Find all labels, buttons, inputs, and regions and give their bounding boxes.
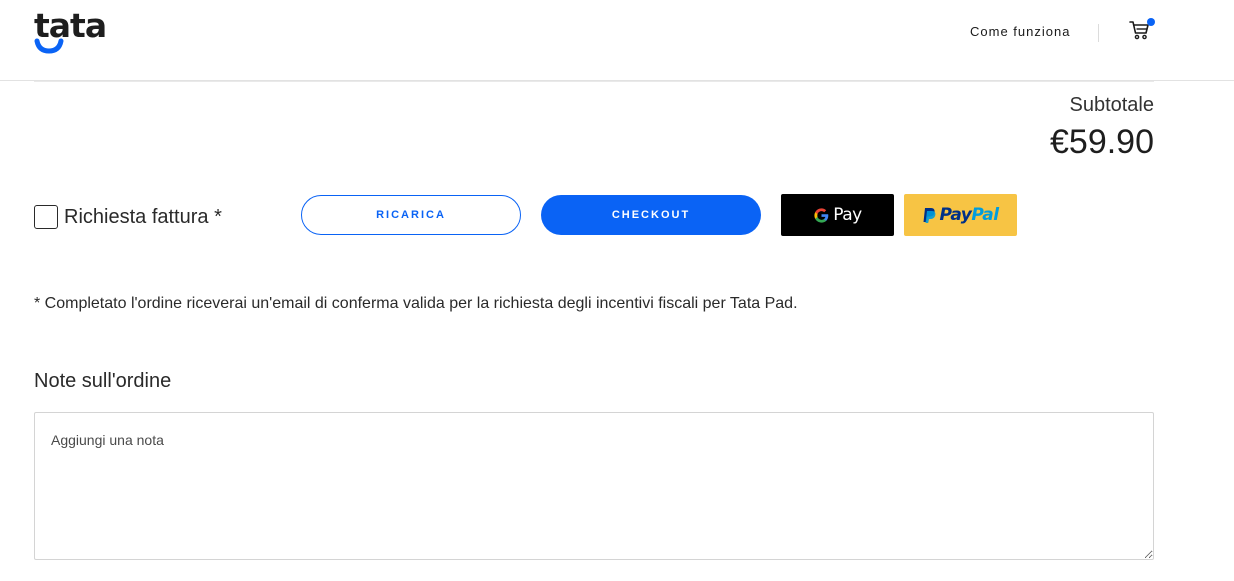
paypal-p-icon (923, 207, 936, 223)
paypal-label: PayPal (939, 205, 999, 225)
order-notes-input[interactable] (34, 412, 1154, 560)
invoice-checkbox[interactable] (34, 205, 58, 229)
checkout-button[interactable]: CHECKOUT (541, 195, 761, 235)
tata-logo[interactable]: tata (34, 8, 126, 54)
cart-button[interactable] (1128, 16, 1156, 44)
logo-smile-icon (34, 38, 64, 54)
site-header: tata Come funziona (0, 0, 1234, 81)
nav-divider (1098, 24, 1099, 42)
invoice-label: Richiesta fattura * (64, 206, 222, 228)
google-pay-label: Pay (833, 205, 862, 225)
invoice-request[interactable]: Richiesta fattura * (34, 204, 222, 230)
incentive-footnote: * Completato l'ordine riceverai un'email… (34, 295, 798, 312)
paypal-label-pal: Pal (971, 205, 999, 225)
subtotal-value: €59.90 (1050, 123, 1154, 161)
order-notes-title: Note sull'ordine (34, 370, 172, 392)
nav-come-funziona[interactable]: Come funziona (970, 24, 1070, 40)
recharge-button[interactable]: RICARICA (301, 195, 521, 235)
cart-badge-dot (1147, 18, 1155, 26)
subtotal-label: Subtotale (1069, 94, 1154, 116)
google-g-icon (814, 207, 829, 223)
content-divider (34, 81, 1154, 82)
paypal-button[interactable]: PayPal (904, 194, 1017, 236)
paypal-label-pay: Pay (939, 205, 972, 225)
google-pay-button[interactable]: Pay (781, 194, 894, 236)
